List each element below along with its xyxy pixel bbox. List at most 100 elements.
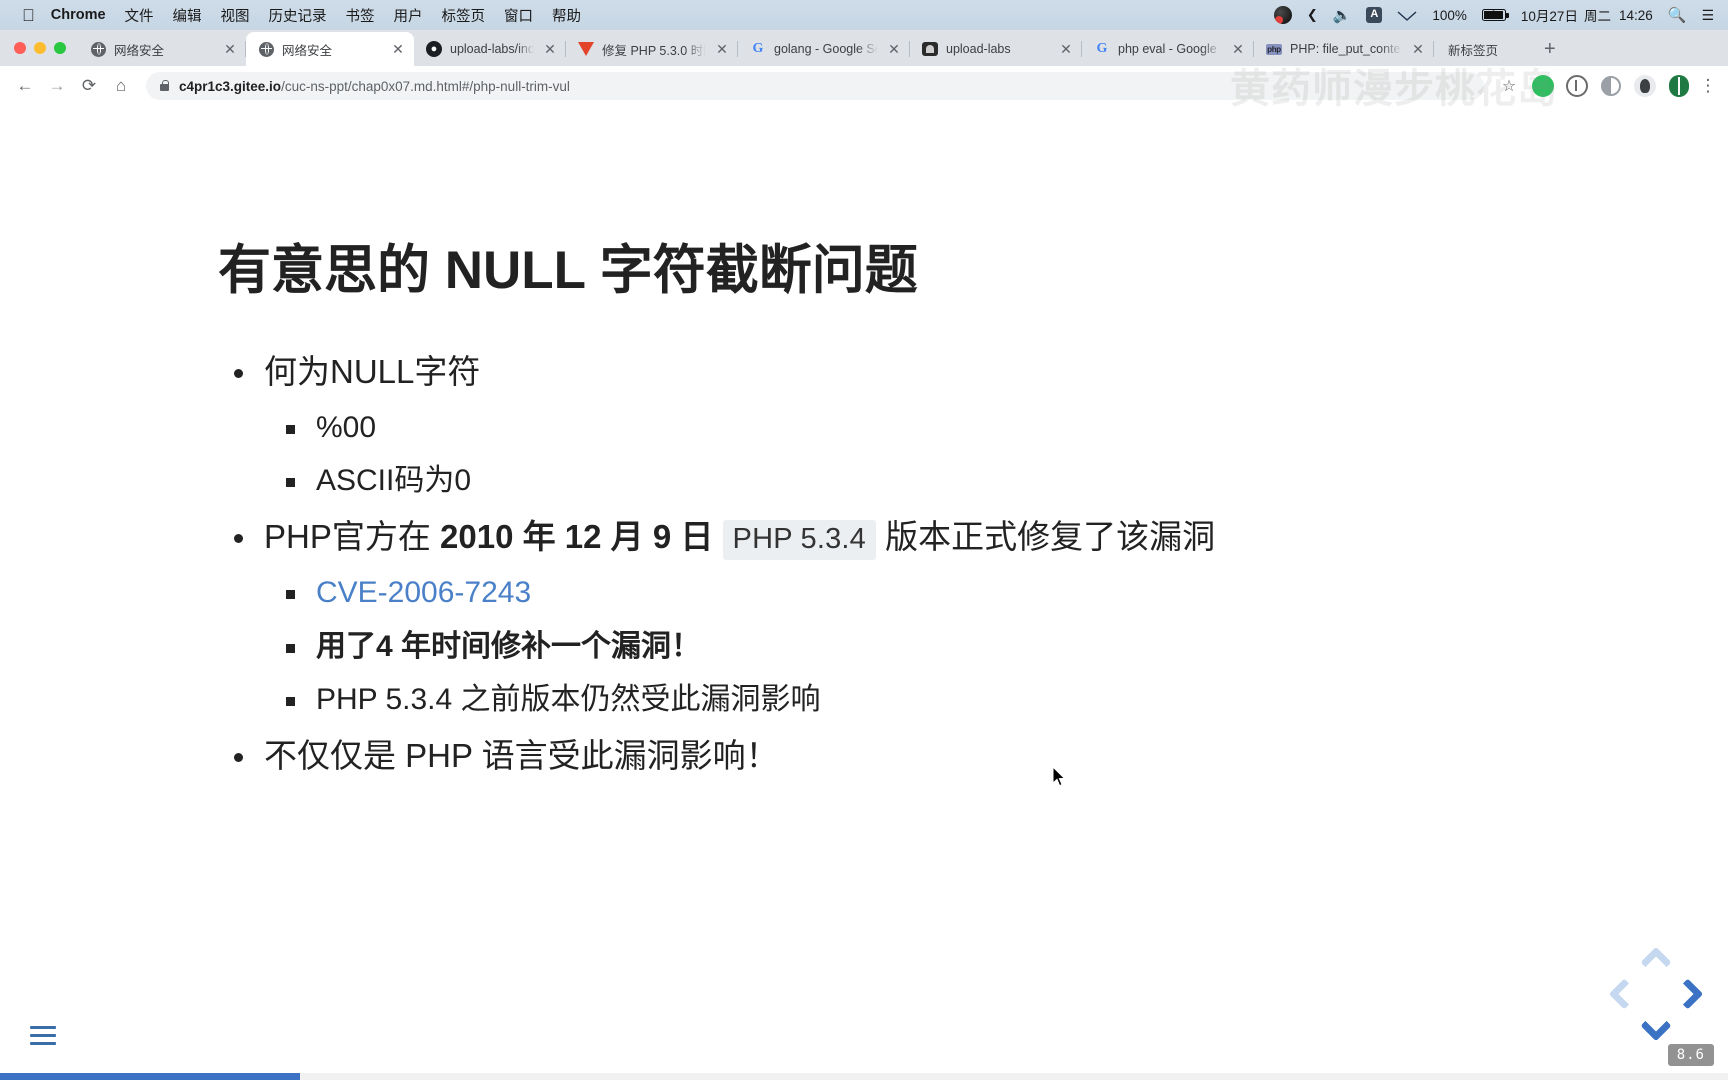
github-icon: ● bbox=[426, 41, 442, 57]
list-item: CVE-2006-7243 bbox=[270, 566, 1728, 619]
bullet-text-pre: PHP官方在 bbox=[264, 518, 441, 556]
hamburger-menu-icon[interactable] bbox=[30, 1026, 56, 1050]
tab-title: 网络安全 bbox=[282, 43, 333, 58]
half-circle-extension-icon[interactable] bbox=[1596, 71, 1626, 101]
apple-logo-icon[interactable]:  bbox=[22, 7, 35, 24]
menu-item-chrome[interactable]: Chrome bbox=[51, 7, 106, 23]
bullet-list-level-2: %00 ASCII码为0 bbox=[270, 401, 1728, 508]
chrome-window: 黄药师漫步桃花岛 网络安全 ✕ 网络安全 ✕ ● upload-labs/ind… bbox=[0, 30, 1728, 1080]
bullet-text: 何为NULL字符 bbox=[264, 352, 481, 390]
slide-navigation bbox=[1606, 944, 1706, 1044]
tab-1[interactable]: 网络安全 ✕ bbox=[246, 32, 414, 66]
list-item: ASCII码为0 bbox=[270, 454, 1728, 507]
bullet-list-level-2: CVE-2006-7243 用了4 年时间修补一个漏洞！ PHP 5.3.4 之… bbox=[270, 566, 1728, 726]
tab-2[interactable]: ● upload-labs/index.ph ✕ bbox=[414, 32, 566, 66]
browser-toolbar: ← → ⟳ ⌂ c4pr1c3.gitee.io/cuc-ns-ppt/chap… bbox=[0, 66, 1728, 106]
bullet-list-level-1: 何为NULL字符 %00 ASCII码为0 PHP官方在 2010 年 12 月… bbox=[218, 344, 1728, 785]
close-tab-icon[interactable]: ✕ bbox=[542, 42, 558, 56]
tab-8[interactable]: 新标签页 bbox=[1434, 32, 1530, 66]
menu-item-view[interactable]: 视图 bbox=[221, 5, 250, 26]
scrollbar-thumb[interactable] bbox=[0, 1073, 300, 1080]
obs-studio-icon[interactable] bbox=[1273, 6, 1292, 24]
close-tab-icon[interactable]: ✕ bbox=[222, 42, 238, 56]
back-arrow-icon[interactable]: ← bbox=[10, 71, 40, 101]
google-icon: G bbox=[1096, 41, 1108, 56]
menu-item-help[interactable]: 帮助 bbox=[552, 5, 581, 26]
dark-extension-icon[interactable] bbox=[1630, 71, 1660, 101]
address-bar[interactable]: c4pr1c3.gitee.io/cuc-ns-ppt/chap0x07.md.… bbox=[146, 72, 1484, 100]
new-tab-button[interactable]: + bbox=[1530, 32, 1570, 66]
slide-viewport: 有意思的 NULL 字符截断问题 何为NULL字符 %00 ASCII码为0 P… bbox=[0, 106, 1728, 1080]
close-tab-icon[interactable]: ✕ bbox=[886, 42, 902, 56]
close-tab-icon[interactable]: ✕ bbox=[1230, 42, 1246, 56]
menubar-weekday: 周二 bbox=[1583, 9, 1611, 24]
tab-6[interactable]: G php eval - Google Se ✕ bbox=[1082, 32, 1254, 66]
spotlight-search-icon[interactable]: 🔍 bbox=[1668, 6, 1687, 24]
list-item: PHP官方在 2010 年 12 月 9 日 PHP 5.3.4 版本正式修复了… bbox=[218, 509, 1728, 726]
url-domain: c4pr1c3.gitee.io bbox=[179, 78, 282, 94]
url-path: /cuc-ns-ppt/chap0x07.md.html#/php-null-t… bbox=[281, 78, 570, 94]
menu-item-window[interactable]: 窗口 bbox=[504, 5, 533, 26]
close-tab-icon[interactable]: ✕ bbox=[714, 42, 730, 56]
home-icon[interactable]: ⌂ bbox=[106, 71, 136, 101]
globe-icon bbox=[258, 41, 274, 57]
star-icon[interactable]: ☆ bbox=[1494, 71, 1524, 101]
close-tab-icon[interactable]: ✕ bbox=[1058, 42, 1074, 56]
gitlab-icon bbox=[578, 41, 594, 57]
reveal-slide: 有意思的 NULL 字符截断问题 何为NULL字符 %00 ASCII码为0 P… bbox=[0, 106, 1728, 785]
chevron-up-icon[interactable] bbox=[1636, 938, 1676, 978]
bullet-text-post: 版本正式修复了该漏洞 bbox=[885, 518, 1216, 556]
green-extension-icon[interactable] bbox=[1528, 71, 1558, 101]
minimize-window-button[interactable] bbox=[34, 42, 46, 54]
slide-number: 8.6 bbox=[1667, 1044, 1714, 1066]
battery-percent-label: 100% bbox=[1432, 7, 1467, 23]
tab-5[interactable]: upload-labs ✕ bbox=[910, 32, 1082, 66]
pill-extension-icon[interactable] bbox=[1664, 71, 1694, 101]
menu-item-history[interactable]: 历史记录 bbox=[269, 5, 327, 26]
wifi-icon[interactable] bbox=[1397, 8, 1417, 22]
volume-icon[interactable]: 🔈 bbox=[1333, 6, 1352, 24]
control-center-icon[interactable]: ☰ bbox=[1701, 7, 1714, 24]
bullet-text: %00 bbox=[316, 410, 377, 444]
previous-track-icon[interactable]: ❮ bbox=[1307, 7, 1318, 23]
code-badge: PHP 5.3.4 bbox=[722, 520, 876, 561]
maximize-window-button[interactable] bbox=[54, 42, 66, 54]
battery-charging-icon[interactable]: ⚡ bbox=[1481, 8, 1509, 21]
info-extension-icon[interactable] bbox=[1562, 71, 1592, 101]
cve-link[interactable]: CVE-2006-7243 bbox=[316, 576, 531, 609]
menu-item-edit[interactable]: 编辑 bbox=[173, 5, 202, 26]
chevron-right-icon[interactable] bbox=[1672, 974, 1712, 1014]
menu-item-bookmarks[interactable]: 书签 bbox=[346, 5, 375, 26]
input-source-indicator[interactable]: A bbox=[1366, 7, 1383, 23]
reload-icon[interactable]: ⟳ bbox=[74, 71, 104, 101]
tab-title: golang - Google Sea bbox=[774, 42, 878, 56]
chevron-left-icon[interactable] bbox=[1600, 974, 1640, 1014]
dark-site-icon bbox=[922, 41, 938, 57]
forward-arrow-icon[interactable]: → bbox=[42, 71, 72, 101]
page-title: 有意思的 NULL 字符截断问题 bbox=[218, 241, 918, 300]
tab-title: php eval - Google Se bbox=[1118, 42, 1222, 56]
list-item: 何为NULL字符 %00 ASCII码为0 bbox=[218, 344, 1728, 508]
bullet-text: 不仅仅是 PHP 语言受此漏洞影响！ bbox=[264, 737, 779, 775]
tab-0[interactable]: 网络安全 ✕ bbox=[78, 32, 246, 66]
tab-title: upload-labs bbox=[946, 42, 1011, 56]
menu-item-tab[interactable]: 标签页 bbox=[442, 5, 486, 26]
php-icon: php bbox=[1266, 43, 1282, 55]
toolbar-actions: ☆ ⋮ bbox=[1494, 71, 1718, 101]
close-tab-icon[interactable]: ✕ bbox=[390, 42, 406, 56]
close-window-button[interactable] bbox=[14, 42, 26, 54]
tab-title: PHP: file_put_conten bbox=[1290, 42, 1402, 56]
macos-menubar:  Chrome 文件 编辑 视图 历史记录 书签 用户 标签页 窗口 帮助 ❮… bbox=[0, 0, 1728, 30]
tab-3[interactable]: 修复 PHP 5.3.0 时隔 ✕ bbox=[566, 32, 738, 66]
menu-item-file[interactable]: 文件 bbox=[125, 5, 154, 26]
horizontal-scrollbar[interactable] bbox=[0, 1073, 1728, 1080]
menu-item-profiles[interactable]: 用户 bbox=[394, 5, 423, 26]
close-tab-icon[interactable]: ✕ bbox=[1410, 42, 1426, 56]
tab-4[interactable]: G golang - Google Sea ✕ bbox=[738, 32, 910, 66]
window-controls bbox=[10, 30, 78, 66]
kebab-menu-icon[interactable]: ⋮ bbox=[1698, 71, 1718, 101]
menubar-time: 14:26 bbox=[1618, 7, 1653, 23]
tab-title: 网络安全 bbox=[114, 43, 165, 58]
url-text: c4pr1c3.gitee.io/cuc-ns-ppt/chap0x07.md.… bbox=[179, 79, 570, 94]
tab-7[interactable]: php PHP: file_put_conten ✕ bbox=[1254, 32, 1434, 66]
